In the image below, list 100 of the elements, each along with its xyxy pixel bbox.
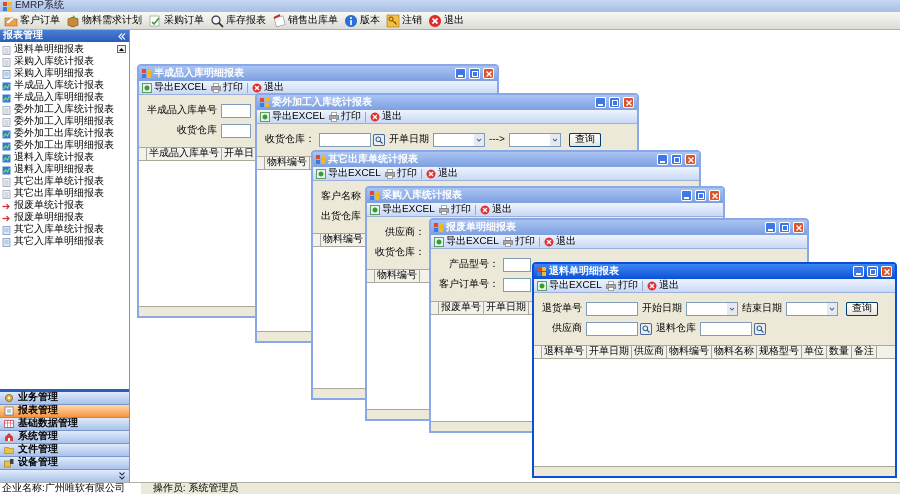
column-header[interactable]: 单位 <box>802 346 827 358</box>
text-field[interactable] <box>586 322 638 336</box>
text-field[interactable] <box>221 124 251 138</box>
collapse-icon[interactable] <box>118 32 126 40</box>
date-dropdown[interactable] <box>786 302 838 316</box>
chevron-down-icon[interactable] <box>119 472 125 480</box>
close-button[interactable] <box>881 266 892 277</box>
maximize-button[interactable] <box>609 97 620 108</box>
date-dropdown[interactable] <box>686 302 738 316</box>
toolbar-button[interactable]: 退出 <box>544 236 576 248</box>
toolbar-button[interactable]: 导出EXCEL <box>537 280 602 292</box>
sidebar-item[interactable]: 其它出库单明细报表 <box>2 188 127 200</box>
column-header[interactable]: 物料编号 <box>375 270 420 282</box>
toolbar-button[interactable]: 退出 <box>370 110 402 122</box>
toolbar-button[interactable]: 客户订单 <box>4 14 60 28</box>
maximize-button[interactable] <box>469 68 480 79</box>
toolbar-button[interactable]: 导出EXCEL <box>434 236 499 248</box>
nav-button[interactable]: 文件管理 <box>0 444 129 457</box>
toolbar-button[interactable]: 退出 <box>480 204 512 216</box>
toolbar-button[interactable]: 导出EXCEL <box>142 82 207 94</box>
sidebar-item[interactable]: 退料入库统计报表 <box>2 152 127 164</box>
text-field[interactable] <box>221 104 251 118</box>
nav-button[interactable]: 设备管理 <box>0 457 129 470</box>
column-header[interactable]: 开单日期 <box>484 302 529 314</box>
search-button[interactable] <box>754 323 766 335</box>
date-dropdown[interactable] <box>433 133 485 147</box>
column-header[interactable]: 物料名称 <box>712 346 757 358</box>
toolbar-button[interactable]: 退出 <box>428 14 464 28</box>
sidebar-item[interactable]: 采购入库明细报表 <box>2 68 127 80</box>
text-field[interactable] <box>503 258 531 272</box>
toolbar-button[interactable]: 打印 <box>606 280 638 292</box>
column-header[interactable]: 规格型号 <box>757 346 802 358</box>
toolbar-button[interactable]: 退出 <box>646 280 679 292</box>
toolbar-button[interactable]: 库存报表 <box>210 14 266 28</box>
search-button[interactable] <box>373 134 385 146</box>
nav-button[interactable]: 报表管理 <box>0 405 129 418</box>
column-header[interactable]: 供应商 <box>632 346 667 358</box>
close-button[interactable] <box>483 68 494 79</box>
query-button[interactable]: 查询 <box>846 302 878 316</box>
toolbar-button[interactable]: 导出EXCEL <box>260 110 325 122</box>
toolbar-button[interactable]: 打印 <box>384 168 417 180</box>
toolbar-button[interactable]: 注销 <box>386 14 422 28</box>
toolbar-button[interactable]: 导出EXCEL <box>316 168 381 180</box>
toolbar-button[interactable]: 退出 <box>426 168 458 180</box>
column-header[interactable]: 退料单号 <box>542 346 587 358</box>
sidebar-item[interactable]: 半成品入库明细报表 <box>2 92 127 104</box>
column-header[interactable]: 备注 <box>852 346 877 358</box>
sidebar-item[interactable]: 报废单明细报表 <box>2 212 127 224</box>
minimize-button[interactable] <box>455 68 466 79</box>
close-button[interactable] <box>685 154 696 165</box>
toolbar-button[interactable]: 打印 <box>438 204 471 216</box>
text-field[interactable] <box>700 322 752 336</box>
minimize-button[interactable] <box>765 222 776 233</box>
sidebar-item[interactable]: 采购入库统计报表 <box>2 56 127 68</box>
sidebar-item[interactable]: 退料单明细报表 <box>2 44 127 56</box>
close-button[interactable] <box>709 190 720 201</box>
scroll-up-button[interactable] <box>117 45 126 53</box>
sidebar-item[interactable]: 其它入库单统计报表 <box>2 224 127 236</box>
date-dropdown[interactable] <box>508 133 561 147</box>
sidebar-item[interactable]: 其它出库单统计报表 <box>2 176 127 188</box>
text-field[interactable] <box>586 302 638 316</box>
column-header[interactable]: 物料编号 <box>667 346 712 358</box>
column-header[interactable]: 报废单号 <box>439 302 484 314</box>
close-button[interactable] <box>793 222 804 233</box>
sidebar-item[interactable]: 委外加工出库明细报表 <box>2 140 127 152</box>
maximize-button[interactable] <box>779 222 790 233</box>
column-header[interactable]: 物料编号 <box>265 157 310 169</box>
maximize-button[interactable] <box>695 190 706 201</box>
toolbar-button[interactable]: 导出EXCEL <box>370 204 435 216</box>
toolbar-button[interactable]: 销售出库单 <box>272 14 338 28</box>
toolbar-button[interactable]: 版本 <box>344 14 380 28</box>
column-header[interactable]: 开单日期 <box>587 346 632 358</box>
toolbar-button[interactable]: 打印 <box>328 110 361 122</box>
nav-button[interactable]: 业务管理 <box>0 392 129 405</box>
maximize-button[interactable] <box>671 154 682 165</box>
search-button[interactable] <box>640 323 652 335</box>
column-header[interactable]: 半成品入库单号 <box>147 148 222 160</box>
minimize-button[interactable] <box>681 190 692 201</box>
nav-button[interactable]: 系统管理 <box>0 431 129 444</box>
text-field[interactable] <box>503 278 531 292</box>
column-header[interactable]: 数量 <box>827 346 852 358</box>
sidebar-item[interactable]: 委外加工出库统计报表 <box>2 128 127 140</box>
minimize-button[interactable] <box>657 154 668 165</box>
query-button[interactable]: 查询 <box>568 133 601 147</box>
sidebar-item[interactable]: 报废单统计报表 <box>2 200 127 212</box>
toolbar-button[interactable]: 采购订单 <box>148 14 204 28</box>
close-button[interactable] <box>623 97 634 108</box>
sidebar-item[interactable]: 委外加工入库统计报表 <box>2 104 127 116</box>
nav-button[interactable]: 基础数据管理 <box>0 418 129 431</box>
maximize-button[interactable] <box>867 266 878 277</box>
toolbar-button[interactable]: 打印 <box>502 236 535 248</box>
toolbar-button[interactable]: 打印 <box>210 82 243 94</box>
sidebar-item[interactable]: 其它入库单明细报表 <box>2 236 127 248</box>
text-field[interactable] <box>319 133 371 147</box>
toolbar-button[interactable]: 物料需求计划 <box>66 14 142 28</box>
sidebar-item[interactable]: 委外加工入库明细报表 <box>2 116 127 128</box>
minimize-button[interactable] <box>853 266 864 277</box>
sidebar-item[interactable]: 退料入库明细报表 <box>2 164 127 176</box>
sidebar-item[interactable]: 半成品入库统计报表 <box>2 80 127 92</box>
minimize-button[interactable] <box>595 97 606 108</box>
